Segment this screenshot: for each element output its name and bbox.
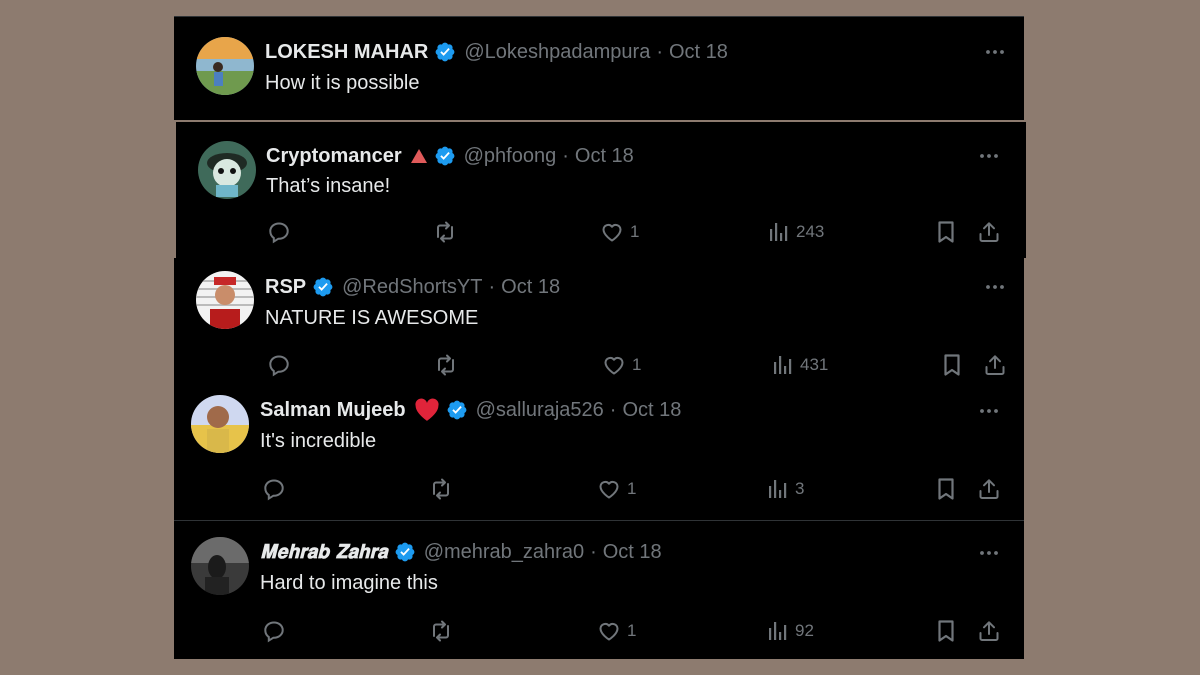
views-button[interactable]: 92 bbox=[765, 618, 814, 644]
post-header: 𝐌𝐞𝐡𝐫𝐚𝐛 𝐙𝐚𝐡𝐫𝐚 @mehrab_zahra0 · Oct 18 bbox=[260, 538, 662, 566]
divider bbox=[174, 520, 1024, 521]
author-handle[interactable]: @mehrab_zahra0 bbox=[424, 541, 584, 564]
verified-badge-icon bbox=[394, 541, 416, 563]
heart-icon bbox=[597, 619, 621, 643]
view-count: 3 bbox=[795, 479, 805, 498]
view-count: 431 bbox=[800, 355, 829, 374]
post-card-4[interactable]: Salman Mujeeb @salluraja526 · Oct 18 It'… bbox=[174, 382, 1024, 520]
separator-dot: · bbox=[590, 540, 597, 563]
repost-icon[interactable] bbox=[434, 353, 458, 377]
bookmark-icon[interactable] bbox=[934, 477, 958, 501]
post-header: Salman Mujeeb @salluraja526 · Oct 18 bbox=[260, 396, 681, 424]
views-chart-icon bbox=[765, 619, 789, 643]
post-text: That’s insane! bbox=[266, 175, 391, 197]
red-triangle-icon bbox=[410, 149, 427, 163]
avatar[interactable] bbox=[191, 537, 249, 595]
verified-badge-icon bbox=[434, 41, 456, 63]
reply-icon[interactable] bbox=[262, 619, 286, 643]
like-count: 1 bbox=[627, 479, 637, 498]
post-date[interactable]: Oct 18 bbox=[603, 541, 662, 564]
author-name[interactable]: Salman Mujeeb bbox=[260, 399, 406, 422]
bookmark-icon[interactable] bbox=[940, 353, 964, 377]
verified-badge-icon bbox=[434, 145, 456, 167]
post-date[interactable]: Oct 18 bbox=[575, 145, 634, 168]
like-button[interactable]: 1 bbox=[597, 618, 636, 644]
like-button[interactable]: 1 bbox=[600, 219, 639, 245]
heart-icon bbox=[600, 220, 624, 244]
views-button[interactable]: 243 bbox=[766, 219, 824, 245]
author-name[interactable]: Cryptomancer bbox=[266, 145, 402, 168]
like-count: 1 bbox=[627, 621, 637, 640]
post-card-1[interactable]: LOKESH MAHAR @Lokeshpadampura · Oct 18 H… bbox=[174, 16, 1024, 120]
author-handle[interactable]: @salluraja526 bbox=[476, 399, 604, 422]
repost-icon[interactable] bbox=[433, 220, 457, 244]
view-count: 243 bbox=[796, 222, 825, 241]
post-card-5[interactable]: 𝐌𝐞𝐡𝐫𝐚𝐛 𝐙𝐚𝐡𝐫𝐚 @mehrab_zahra0 · Oct 18 Har… bbox=[174, 520, 1024, 659]
reply-icon[interactable] bbox=[262, 477, 286, 501]
bookmark-icon[interactable] bbox=[934, 220, 958, 244]
verified-badge-icon bbox=[446, 399, 468, 421]
red-heart-icon bbox=[415, 398, 439, 421]
more-options-icon[interactable] bbox=[983, 275, 1007, 299]
views-chart-icon bbox=[770, 353, 794, 377]
views-button[interactable]: 431 bbox=[770, 352, 828, 378]
avatar[interactable] bbox=[191, 395, 249, 453]
more-options-icon[interactable] bbox=[977, 541, 1001, 565]
share-icon[interactable] bbox=[977, 477, 1001, 501]
author-handle[interactable]: @phfoong bbox=[464, 145, 557, 168]
post-text: NATURE IS AWESOME bbox=[265, 307, 479, 329]
avatar[interactable] bbox=[198, 141, 256, 199]
post-date[interactable]: Oct 18 bbox=[622, 399, 681, 422]
reply-icon[interactable] bbox=[267, 220, 291, 244]
like-count: 1 bbox=[630, 222, 640, 241]
author-name[interactable]: 𝐌𝐞𝐡𝐫𝐚𝐛 𝐙𝐚𝐡𝐫𝐚 bbox=[260, 541, 388, 563]
author-name[interactable]: RSP bbox=[265, 276, 306, 299]
more-options-icon[interactable] bbox=[977, 144, 1001, 168]
separator-dot: · bbox=[488, 275, 496, 298]
view-count: 92 bbox=[795, 621, 814, 640]
like-button[interactable]: 1 bbox=[597, 476, 636, 502]
separator-dot: · bbox=[609, 398, 617, 421]
author-handle[interactable]: @Lokeshpadampura bbox=[464, 41, 650, 64]
separator-dot: · bbox=[656, 40, 663, 63]
share-icon[interactable] bbox=[977, 220, 1001, 244]
post-text: It's incredible bbox=[260, 430, 377, 452]
post-text: How it is possible bbox=[265, 72, 420, 94]
heart-icon bbox=[602, 353, 626, 377]
post-card-2[interactable]: Cryptomancer @phfoong · Oct 18 That’s in… bbox=[176, 122, 1026, 258]
avatar[interactable] bbox=[196, 271, 254, 329]
post-header: LOKESH MAHAR @Lokeshpadampura · Oct 18 bbox=[265, 38, 728, 66]
views-chart-icon bbox=[765, 477, 789, 501]
post-card-3[interactable]: RSP @RedShortsYT · Oct 18 NATURE IS AWES… bbox=[174, 258, 1024, 382]
avatar[interactable] bbox=[196, 37, 254, 95]
repost-icon[interactable] bbox=[429, 477, 453, 501]
share-icon[interactable] bbox=[983, 353, 1007, 377]
repost-icon[interactable] bbox=[429, 619, 453, 643]
more-options-icon[interactable] bbox=[983, 40, 1007, 64]
share-icon[interactable] bbox=[977, 619, 1001, 643]
author-name[interactable]: LOKESH MAHAR bbox=[265, 41, 428, 64]
verified-badge-icon bbox=[312, 276, 334, 298]
heart-icon bbox=[597, 477, 621, 501]
post-header: Cryptomancer @phfoong · Oct 18 bbox=[266, 142, 634, 170]
like-button[interactable]: 1 bbox=[602, 352, 641, 378]
post-date[interactable]: Oct 18 bbox=[669, 41, 728, 64]
separator-dot: · bbox=[562, 144, 569, 167]
reply-icon[interactable] bbox=[267, 353, 291, 377]
more-options-icon[interactable] bbox=[977, 399, 1001, 423]
post-header: RSP @RedShortsYT · Oct 18 bbox=[265, 273, 560, 301]
divider bbox=[174, 16, 1024, 17]
post-date[interactable]: Oct 18 bbox=[501, 276, 560, 299]
post-text: Hard to imagine this bbox=[260, 572, 438, 594]
bookmark-icon[interactable] bbox=[934, 619, 958, 643]
views-button[interactable]: 3 bbox=[765, 476, 804, 502]
author-handle[interactable]: @RedShortsYT bbox=[342, 276, 482, 299]
views-chart-icon bbox=[766, 220, 790, 244]
like-count: 1 bbox=[632, 355, 642, 374]
